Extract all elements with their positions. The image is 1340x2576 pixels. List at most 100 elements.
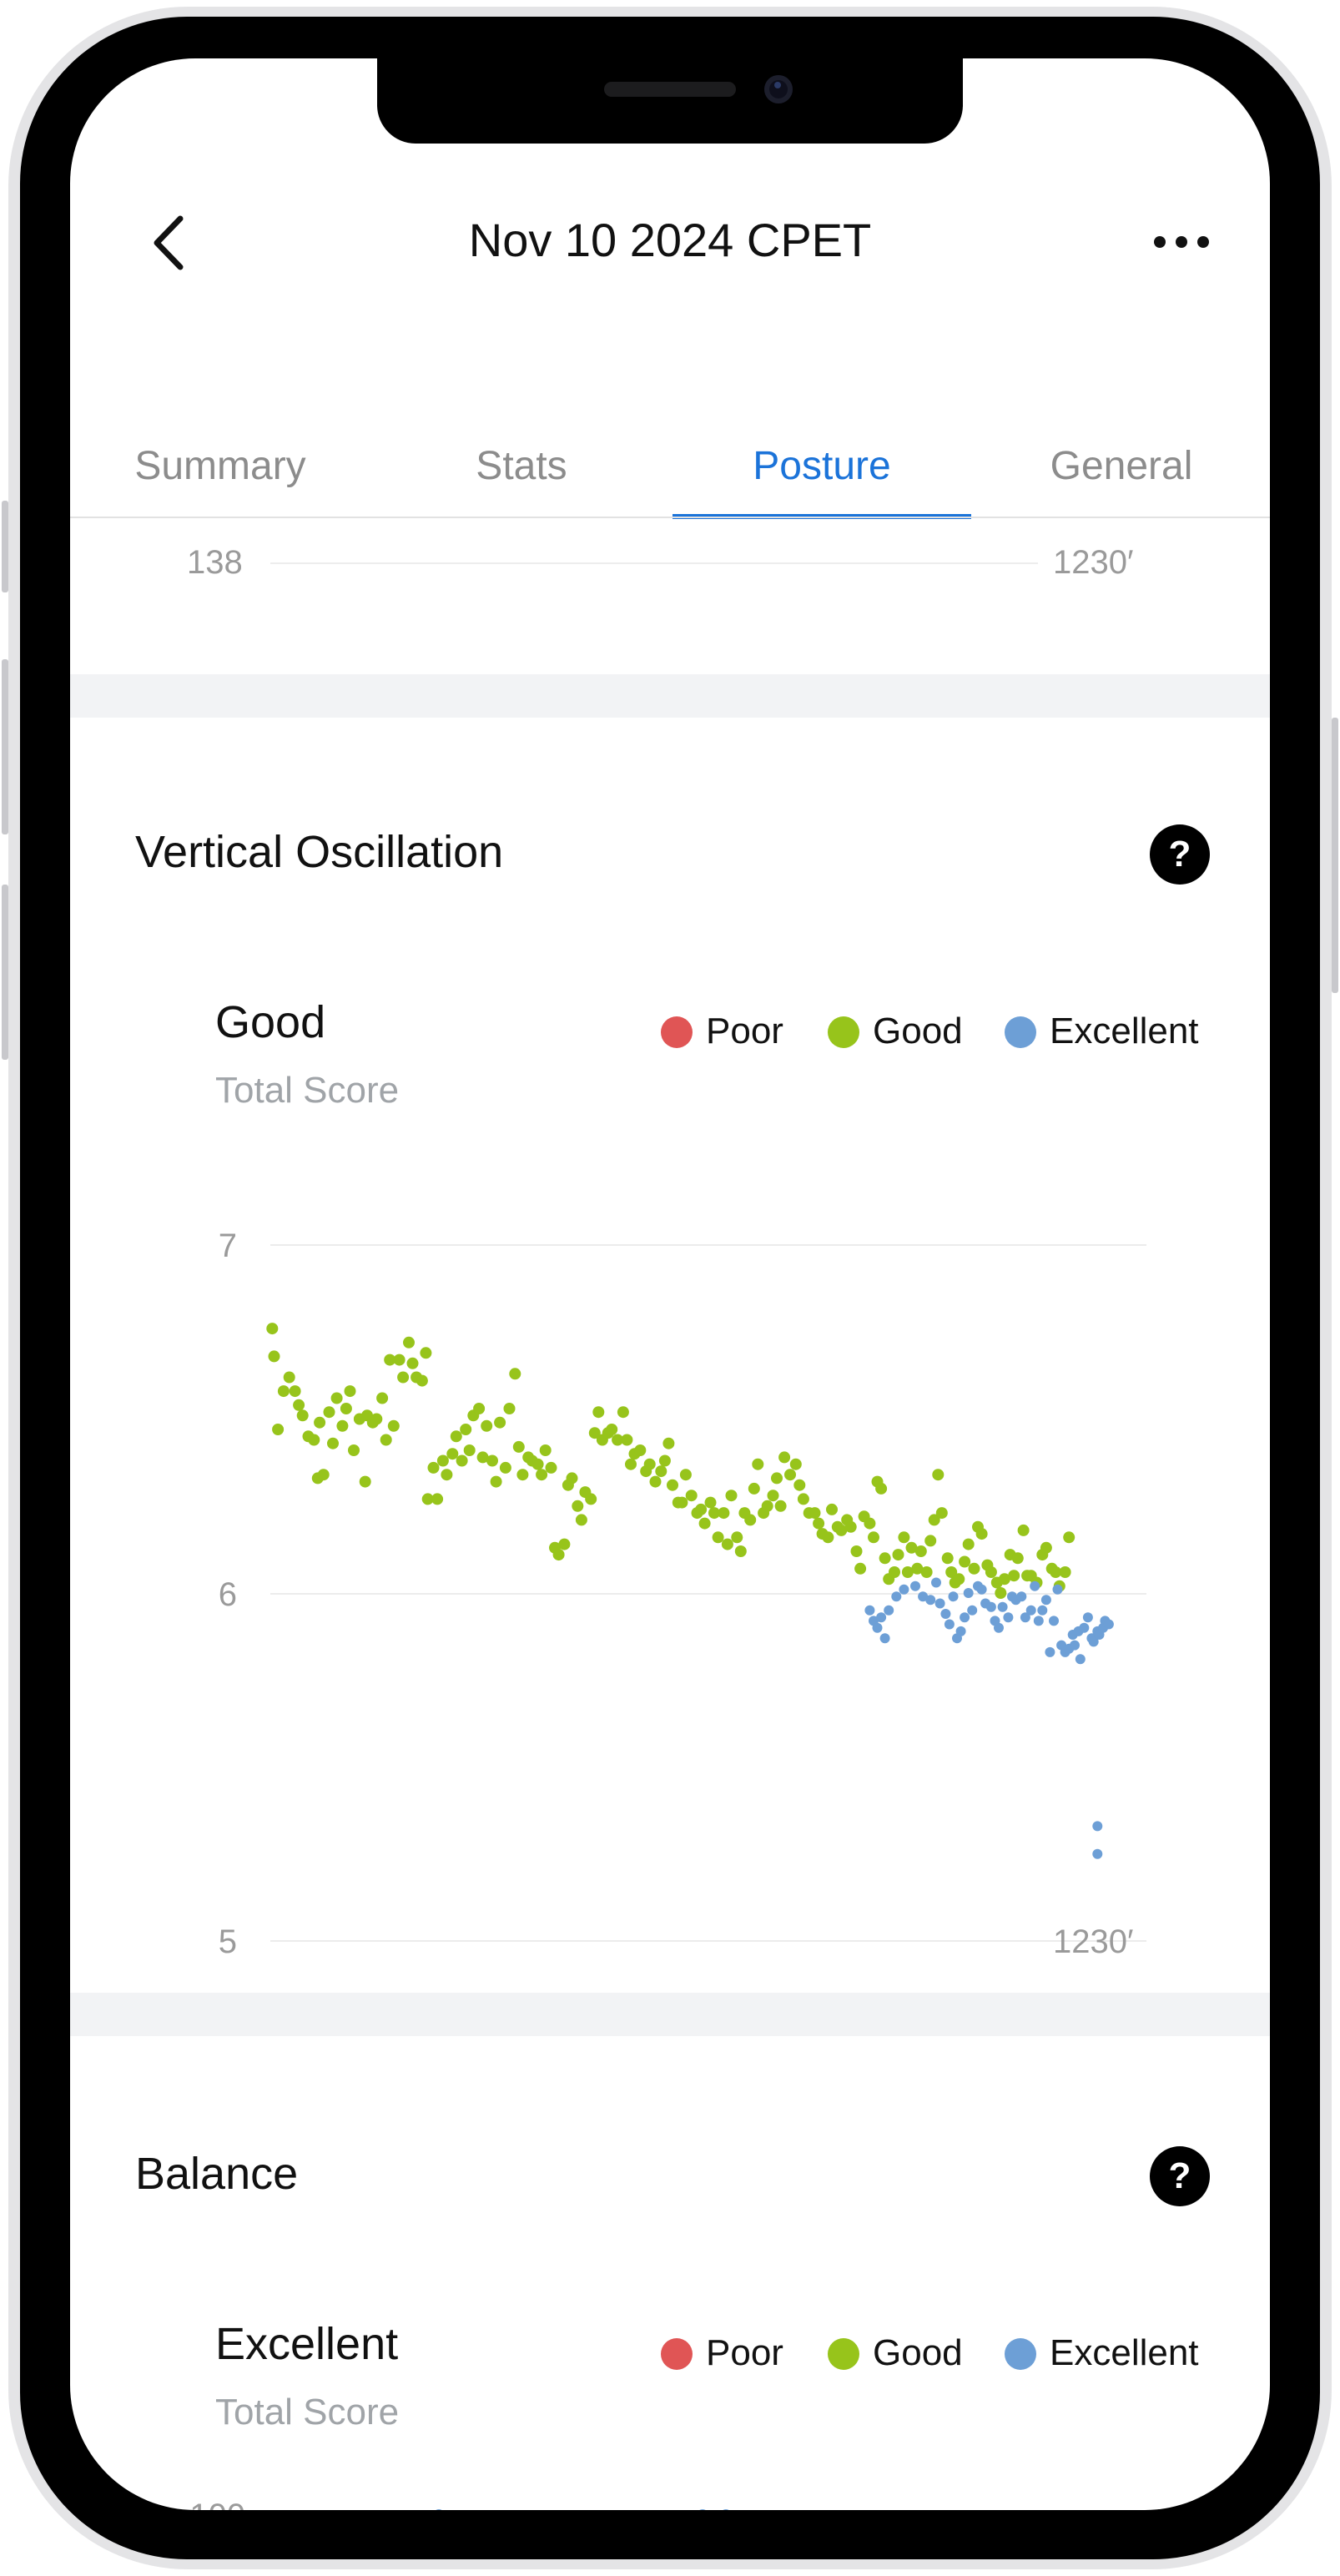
- question-mark-icon[interactable]: ?: [1150, 2146, 1210, 2206]
- data-point-good: [268, 1350, 280, 1363]
- data-point-good: [503, 1403, 516, 1414]
- data-point-good: [712, 1531, 724, 1544]
- data-point-good: [348, 1444, 360, 1456]
- legend-label: Good: [873, 1011, 963, 1051]
- data-point-good: [826, 1503, 838, 1515]
- data-point-good: [539, 1444, 552, 1456]
- data-point: [436, 2509, 442, 2510]
- tab-posture[interactable]: Posture: [672, 417, 972, 516]
- data-point-good: [789, 1458, 802, 1470]
- question-mark-icon[interactable]: ?: [1150, 824, 1210, 885]
- data-point-good: [920, 1566, 933, 1578]
- data-point-excellent: [910, 1580, 920, 1591]
- data-point-good: [774, 1500, 787, 1512]
- data-point-good: [995, 1587, 1007, 1599]
- legend-label: Excellent: [1050, 2332, 1199, 2373]
- data-point-good: [340, 1403, 352, 1414]
- data-point-good: [606, 1424, 618, 1435]
- tab-stats[interactable]: Stats: [371, 417, 672, 516]
- data-point-good: [1017, 1524, 1030, 1536]
- legend-dot-poor: [661, 1016, 693, 1048]
- data-point-excellent: [963, 1588, 974, 1598]
- data-point-good: [868, 1531, 879, 1544]
- data-point-excellent: [1037, 1605, 1048, 1616]
- tab-bar-divider: [70, 517, 1270, 518]
- data-point-good: [376, 1392, 389, 1404]
- data-point-good: [420, 1347, 432, 1359]
- data-point-good: [704, 1496, 717, 1509]
- score-label: Total Score: [215, 1070, 400, 1111]
- previous-chart-gridline: [270, 562, 1038, 564]
- data-point-excellent: [925, 1595, 936, 1606]
- data-point-good: [572, 1500, 584, 1512]
- tab-summary[interactable]: Summary: [70, 417, 370, 516]
- data-point-excellent: [967, 1605, 978, 1616]
- data-point-excellent: [1030, 1580, 1040, 1591]
- more-horizontal-icon: [1154, 236, 1209, 248]
- previous-chart-x-end-label: 1230′: [1053, 544, 1134, 581]
- phone-side-button: [1332, 718, 1338, 993]
- data-point-excellent: [1049, 1616, 1059, 1626]
- data-point-good: [734, 1545, 747, 1557]
- data-point-good: [575, 1514, 587, 1526]
- data-point-good: [679, 1469, 692, 1481]
- data-point-good: [767, 1490, 779, 1502]
- data-point-good: [317, 1469, 330, 1481]
- data-point-good: [490, 1475, 502, 1488]
- data-point-good: [536, 1469, 548, 1481]
- data-point-good: [293, 1399, 305, 1411]
- data-point-good: [512, 1440, 525, 1453]
- data-point-good: [486, 1454, 498, 1467]
- data-point-good: [667, 1479, 678, 1491]
- data-point-good: [892, 1549, 904, 1561]
- data-point-good: [431, 1493, 444, 1505]
- data-point-good: [370, 1413, 383, 1425]
- data-point-good: [403, 1336, 415, 1348]
- data-point-good: [283, 1371, 295, 1384]
- data-point-good: [658, 1454, 671, 1467]
- data-point-good: [793, 1479, 806, 1491]
- data-point-good: [731, 1531, 743, 1544]
- data-point-excellent: [1003, 1612, 1014, 1623]
- data-point-good: [879, 1552, 891, 1565]
- data-point-good: [813, 1517, 825, 1530]
- data-point-good: [397, 1371, 410, 1384]
- data-point-excellent: [934, 1598, 945, 1609]
- data-point-good: [1040, 1541, 1052, 1554]
- tab-general[interactable]: General: [971, 417, 1270, 516]
- data-point-excellent: [1025, 1605, 1036, 1616]
- legend-dot-poor: [661, 2338, 693, 2370]
- data-point-good: [266, 1323, 279, 1335]
- data-point-good: [935, 1507, 948, 1520]
- y-tick-label: 6: [219, 1576, 237, 1613]
- y-tick-label: 100: [189, 2498, 245, 2510]
- score-value: Excellent: [215, 2319, 399, 2369]
- data-point-excellent: [1040, 1595, 1051, 1606]
- data-point-good: [1008, 1570, 1020, 1582]
- more-button[interactable]: [1146, 217, 1217, 267]
- data-point-good: [450, 1430, 462, 1443]
- data-point-good: [924, 1535, 937, 1547]
- data-point-excellent: [1070, 1640, 1080, 1651]
- app-screen: Nov 10 2024 CPET Summary Stats Posture G…: [70, 58, 1270, 2510]
- data-point-good: [289, 1385, 301, 1398]
- data-point-good: [416, 1374, 428, 1387]
- speaker-grille: [604, 82, 736, 97]
- data-point-good: [864, 1517, 876, 1530]
- data-point-excellent: [940, 1609, 951, 1619]
- data-point-excellent: [944, 1619, 955, 1630]
- data-point-good: [585, 1493, 597, 1505]
- legend-dot-excellent: [1005, 1016, 1036, 1048]
- data-point-good: [621, 1434, 633, 1446]
- data-point-good: [359, 1475, 371, 1488]
- data-point-good: [685, 1490, 698, 1502]
- data-point-excellent: [884, 1605, 894, 1616]
- data-point-good: [481, 1419, 493, 1432]
- data-point-good: [323, 1406, 335, 1419]
- data-point-good: [744, 1514, 757, 1526]
- data-point-good: [941, 1552, 954, 1565]
- data-point-good: [460, 1424, 472, 1435]
- data-point-good: [698, 1517, 711, 1530]
- card-title: Balance: [135, 2149, 299, 2199]
- legend-label: Excellent: [1050, 1011, 1199, 1051]
